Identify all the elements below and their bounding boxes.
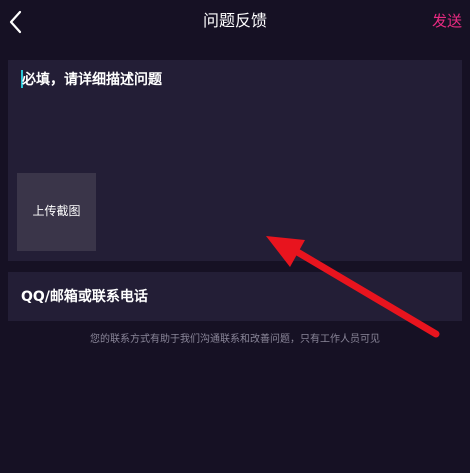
feedback-page: 问题反馈 发送 必填，请详细描述问题 上传截图 QQ/邮箱或联系电话 您的联系方… <box>0 0 470 473</box>
top-bar: 问题反馈 发送 <box>0 0 470 44</box>
upload-screenshot-button[interactable]: 上传截图 <box>17 173 96 251</box>
description-textarea[interactable]: 必填，请详细描述问题 上传截图 <box>8 60 462 261</box>
contact-placeholder: QQ/邮箱或联系电话 <box>21 289 148 305</box>
page-title: 问题反馈 <box>202 11 267 30</box>
contact-input[interactable]: QQ/邮箱或联系电话 <box>8 272 462 321</box>
description-placeholder: 必填，请详细描述问题 <box>22 72 162 88</box>
privacy-hint: 您的联系方式有助于我们沟通联系和改善问题，只有工作人员可见 <box>90 334 380 345</box>
upload-screenshot-label: 上传截图 <box>32 204 81 218</box>
send-button[interactable]: 发送 <box>432 11 462 31</box>
